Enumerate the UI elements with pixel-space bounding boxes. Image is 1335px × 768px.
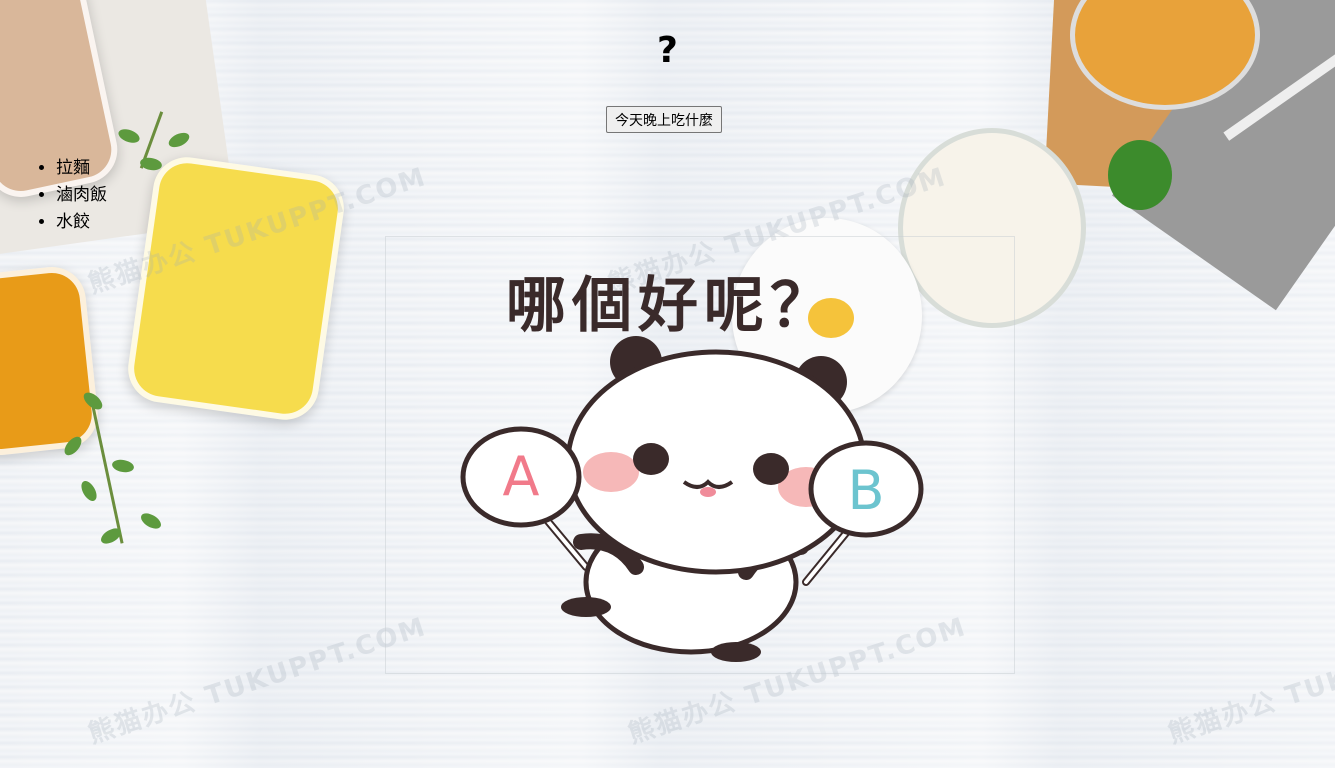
broccoli-decoration [1108, 140, 1172, 210]
panda-illustration: A B [460, 336, 924, 662]
food-list: 拉麵 滷肉飯 水餃 [32, 155, 107, 236]
herb-leaf-decoration [111, 458, 135, 474]
panda-foot-left [561, 597, 611, 617]
list-item: 水餃 [56, 209, 107, 236]
herb-leaf-decoration [138, 510, 164, 532]
watermark: 熊猫办公 TUKUPPT.COM [1164, 611, 1335, 750]
sign-b-label: B [847, 459, 884, 522]
herb-leaf-decoration [78, 478, 100, 504]
panda-meme-image: 哪個好呢？ A B [385, 236, 1015, 674]
orange-dish-decoration [0, 263, 102, 459]
panda-cheek-left [583, 452, 639, 492]
sign-a-label: A [503, 445, 540, 508]
panda-foot-right [711, 642, 761, 662]
page-title: ? [657, 30, 678, 71]
list-item: 拉麵 [56, 155, 107, 182]
panda-eye-right [753, 453, 789, 485]
list-item: 滷肉飯 [56, 182, 107, 209]
pick-dinner-button[interactable]: 今天晚上吃什麼 [606, 106, 722, 133]
watermark: 熊猫办公 TUKUPPT.COM [84, 611, 431, 750]
panda-eye-left [633, 443, 669, 475]
